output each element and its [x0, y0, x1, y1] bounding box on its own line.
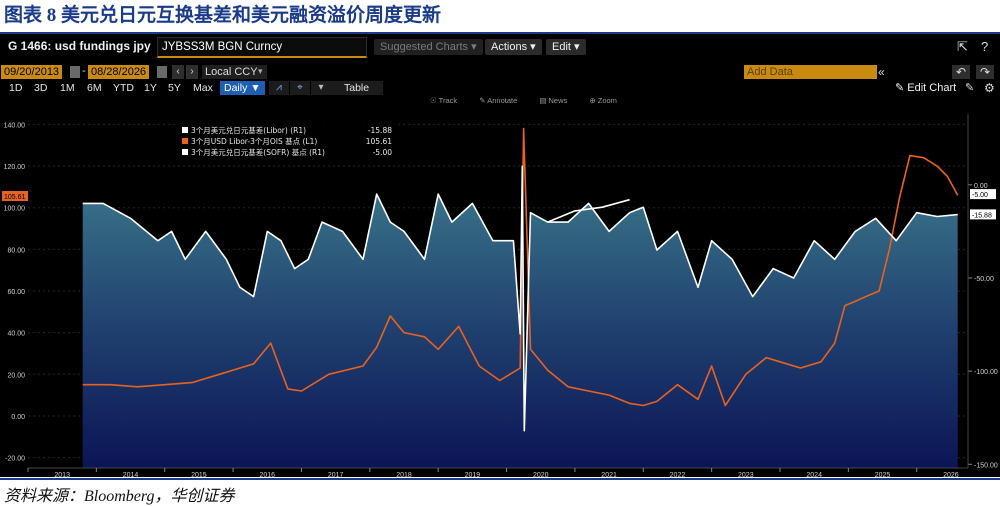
export-icon[interactable]: ⇱: [957, 39, 968, 55]
news-tool[interactable]: ▤ News: [539, 96, 577, 105]
left-axis-tick-label: 40.00: [7, 331, 25, 338]
bloomberg-terminal: G 1466: usd fundings jpy JYBSS3M BGN Cur…: [0, 34, 1000, 477]
date-dash: -: [82, 65, 86, 77]
period-ytd[interactable]: YTD: [113, 81, 134, 95]
x-axis-tick-label: 2017: [328, 472, 344, 477]
x-axis-tick-label: 2018: [396, 472, 412, 477]
period-5y[interactable]: 5Y: [168, 81, 181, 95]
x-axis-tick-label: 2014: [123, 472, 139, 477]
legend-label: 3个月USD Libor-3个月OIS 基点 (L1): [191, 136, 317, 146]
x-axis-tick-label: 2013: [54, 472, 70, 477]
period-3d[interactable]: 3D: [34, 81, 47, 95]
ticker-input[interactable]: JYBSS3M BGN Curncy: [157, 37, 367, 58]
x-axis-tick-label: 2016: [259, 472, 275, 477]
period-1y[interactable]: 1Y: [144, 81, 157, 95]
line-chart-icon[interactable]: ⩘: [269, 81, 289, 95]
table-button[interactable]: Table: [330, 81, 384, 95]
edit-button[interactable]: Edit ▾: [546, 39, 586, 55]
right-axis-tick-label: -150.00: [974, 462, 998, 469]
legend-value: -5.00: [373, 148, 393, 157]
legend-swatch: [182, 149, 188, 155]
left-axis-tick-label: 20.00: [7, 372, 25, 379]
security-title: G 1466: usd fundings jpy: [8, 39, 151, 53]
chevron-down-icon[interactable]: ▾: [258, 66, 263, 77]
left-axis-tick-label: -20.00: [5, 456, 25, 463]
x-axis-tick-label: 2021: [601, 472, 617, 477]
legend-swatch: [182, 127, 188, 133]
legend-value: -15.88: [368, 126, 392, 135]
right-axis-tick-label: -100.00: [974, 369, 998, 376]
left-axis-tick-label: 0.00: [11, 414, 25, 421]
period-1m[interactable]: 1M: [60, 81, 75, 95]
legend-swatch: [182, 138, 188, 144]
actions-button[interactable]: Actions ▾: [485, 39, 542, 55]
legend-value: 105.61: [366, 137, 392, 146]
x-axis-tick-label: 2022: [670, 472, 686, 477]
x-axis-tick-label: 2024: [806, 472, 822, 477]
right-axis-tick-label: 0.00: [974, 183, 988, 190]
period-max[interactable]: Max: [193, 81, 213, 95]
dropdown-icon[interactable]: ▾: [311, 81, 331, 95]
x-axis-tick-label: 2015: [191, 472, 207, 477]
suggested-charts-button[interactable]: Suggested Charts ▾: [374, 39, 483, 55]
annotate-tool[interactable]: ✎ Annotate: [479, 96, 527, 105]
crosshair-icon[interactable]: ⌖: [290, 81, 310, 95]
left-axis-tick-label: 120.00: [4, 164, 26, 171]
left-axis-tick-label: 100.00: [4, 206, 26, 213]
header-bar: G 1466: usd fundings jpy JYBSS3M BGN Cur…: [0, 34, 1000, 60]
period-6m[interactable]: 6M: [87, 81, 102, 95]
x-axis-tick-label: 2020: [533, 472, 549, 477]
zoom-tool[interactable]: ⊕ Zoom: [589, 96, 627, 105]
right-axis-tick-label: -50.00: [974, 276, 994, 283]
help-icon[interactable]: ?: [981, 39, 988, 54]
frequency-select[interactable]: Daily ▼: [220, 81, 265, 95]
calendar-icon[interactable]: [157, 66, 167, 78]
period-bar: 1D 3D 1M 6M YTD 1Y 5Y Max Daily ▼ ⩘ ⌖ ▾ …: [0, 81, 1000, 96]
right-last-value-a: -5.00: [972, 192, 988, 199]
legend-label: 3个月美元兑日元基差(SOFR) 基点 (R1): [191, 147, 325, 157]
undo-icon[interactable]: ↶: [952, 65, 971, 79]
calendar-icon[interactable]: [70, 66, 80, 78]
x-axis-tick-label: 2019: [465, 472, 481, 477]
pencil-icon[interactable]: ✎: [965, 81, 974, 94]
date-bar: 09/20/2013 - 08/28/2026 ‹ › Local CCY ▾ …: [0, 64, 1000, 80]
edit-chart-button[interactable]: ✎ Edit Chart: [895, 81, 956, 95]
x-axis-tick-label: 2026: [943, 472, 959, 477]
figure-title: 图表 8 美元兑日元互换基差和美元融资溢价周度更新: [4, 5, 442, 26]
period-1d[interactable]: 1D: [9, 81, 22, 95]
prev-icon[interactable]: ‹: [172, 65, 184, 79]
collapse-icon[interactable]: «: [878, 65, 885, 79]
left-axis-tick-label: 140.00: [4, 122, 26, 129]
chart-area[interactable]: 140.00 120.00 100.00 80.00 60.00 40.00 20.00 0.…: [0, 108, 1000, 477]
left-axis-tick-label: 60.00: [7, 289, 25, 296]
legend-label: 3个月美元兑日元基差(Libor) (R1): [191, 125, 306, 135]
left-last-value: 105.61: [4, 194, 26, 201]
left-axis-tick-label: 80.00: [7, 247, 25, 254]
legend: 3个月美元兑日元基差(Libor) (R1) -15.88 3个月USD Libor…: [178, 124, 396, 160]
x-axis-tick-label: 2023: [738, 472, 754, 477]
source-note: 资料来源：Bloomberg，华创证券: [4, 488, 235, 505]
chart-tools: ☉ Track ✎ Annotate ▤ News ⊕ Zoom: [430, 96, 637, 106]
end-date-input[interactable]: 08/28/2026: [88, 65, 150, 79]
track-tool[interactable]: ☉ Track: [430, 96, 467, 105]
gear-icon[interactable]: ⚙: [984, 81, 995, 95]
start-date-input[interactable]: 09/20/2013: [1, 65, 63, 79]
x-axis-tick-label: 2025: [875, 472, 891, 477]
redo-icon[interactable]: ↷: [976, 65, 995, 79]
add-data-input[interactable]: Add Data: [744, 65, 877, 79]
right-last-value-b: -15.88: [972, 212, 992, 219]
next-icon[interactable]: ›: [186, 65, 198, 79]
bottom-rule: [0, 478, 1000, 480]
